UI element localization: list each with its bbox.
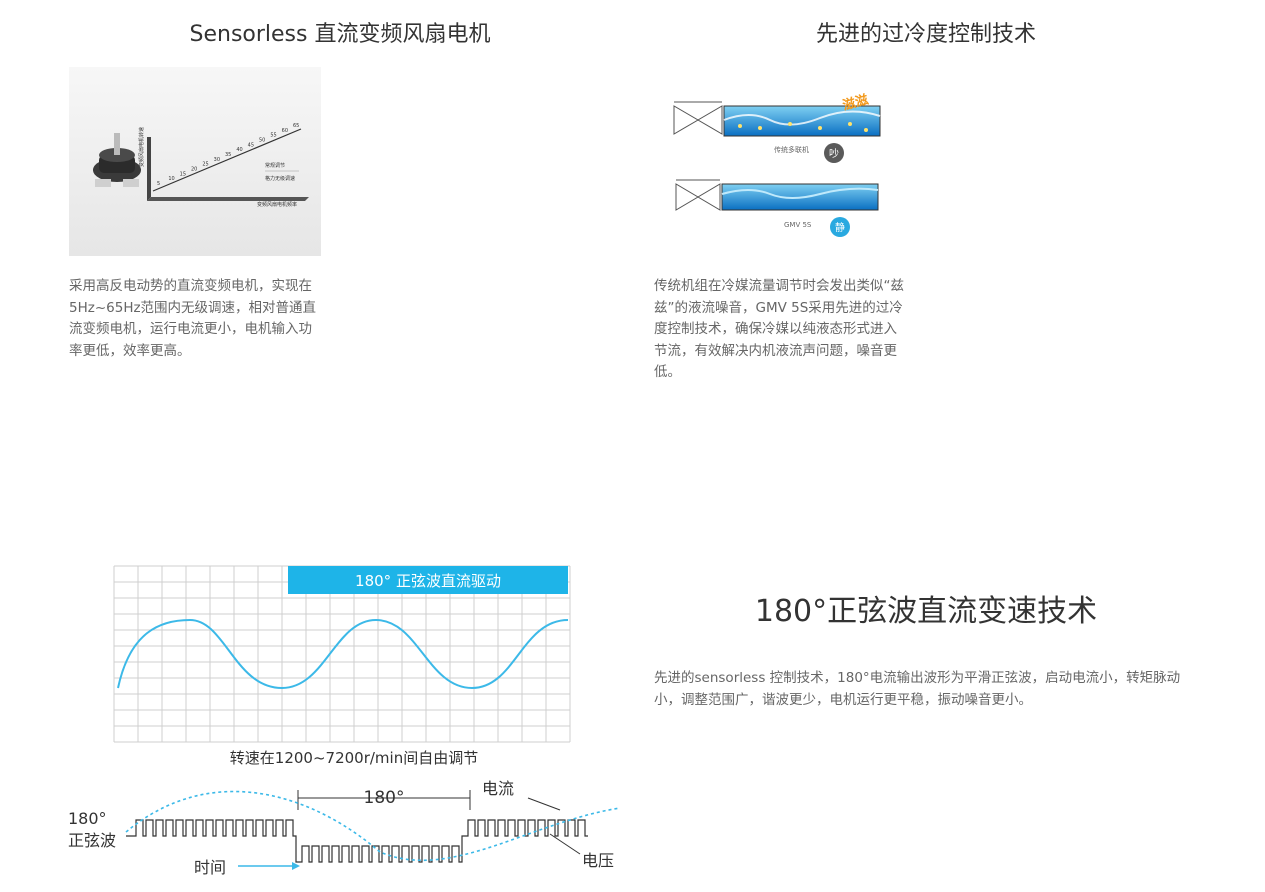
subcooling-graphic: 滋滋 传统多联机 吵 GMV 5S 静: [673, 92, 881, 237]
frequency-tick: 10: [168, 176, 174, 182]
conventional-unit-label: 传统多联机: [774, 145, 809, 154]
gmv-unit-label: GMV 5S: [784, 221, 812, 229]
sine-label-line1: 180°: [68, 809, 107, 828]
frequency-tick: 45: [248, 142, 254, 148]
feature-title-sensorless-motor: Sensorless 直流变频风扇电机: [189, 22, 491, 47]
legend-conventional: 常规调节: [265, 162, 285, 169]
voltage-label: 电压: [582, 851, 614, 870]
frequency-tick: 5: [157, 181, 160, 187]
frequency-tick: 55: [270, 133, 276, 139]
frequency-tick: 50: [259, 138, 265, 144]
current-label: 电流: [482, 779, 514, 798]
feature-desc-sensorless-motor: 采用高反电动势的直流变频电机，实现在5Hz~65Hz范围内无级调速，相对普通直流…: [69, 278, 317, 359]
frequency-tick: 60: [282, 128, 288, 134]
motor-speed-graphic: 5101520253035404550556065 变频风扇电机转速 常规调节 …: [69, 67, 321, 256]
motor-ylabel: 变频风扇电机转速: [138, 127, 145, 167]
noisy-badge-text: 吵: [829, 147, 839, 160]
valve-icon: [673, 101, 723, 135]
feature-desc-sine-wave: 先进的sensorless 控制技术，180°电流输出波形为平滑正弦波，启动电流…: [654, 670, 1181, 708]
sine-wave-figure: 180° 正弦波直流驱动 转速在1200~7200r/min间自由调节 180°…: [60, 562, 621, 882]
legend-stepless: 格力无级调速: [265, 175, 295, 182]
motor-xlabel: 变频风扇电机频率: [257, 201, 297, 208]
feature-title-sine-wave: 180°正弦波直流变速技术: [754, 594, 1098, 629]
motor-speed-figure: 5 10 15 20 25 30 35 40 45 50 55 60 65 变频风扇电机转速 常规调节 …: [69, 67, 321, 256]
angle-label: 180°: [364, 788, 405, 808]
time-label: 时间: [194, 858, 226, 877]
speed-range-caption: 转速在1200~7200r/min间自由调节: [230, 749, 478, 767]
frequency-tick: 35: [225, 152, 231, 158]
frequency-tick: 20: [191, 167, 197, 173]
frequency-tick: 15: [180, 171, 186, 177]
subcooling-figure: 滋滋 传统多联机 吵 GMV 5S 静: [670, 90, 900, 240]
frequency-tick: 65: [293, 123, 299, 129]
frequency-tick: 25: [202, 162, 208, 168]
feature-desc-subcooling: 传统机组在冷媒流量调节时会发出类似“兹兹”的液流噪音，GMV 5S采用先进的过冷…: [654, 278, 904, 380]
sine-label-line2: 正弦波: [68, 831, 116, 850]
feature-title-subcooling: 先进的过冷度控制技术: [815, 22, 1036, 47]
pwm-waveform: [126, 819, 588, 863]
sine-wave-graphic: 180° 正弦波直流驱动 转速在1200~7200r/min间自由调节 180°…: [68, 565, 621, 877]
frequency-tick: 40: [236, 147, 242, 153]
sine-banner-text: 180° 正弦波直流驱动: [355, 572, 501, 590]
arrow-right-icon: [292, 862, 300, 870]
quiet-badge-text: 静: [835, 221, 845, 234]
frequency-tick: 30: [214, 157, 220, 163]
valve-icon: [675, 179, 721, 211]
